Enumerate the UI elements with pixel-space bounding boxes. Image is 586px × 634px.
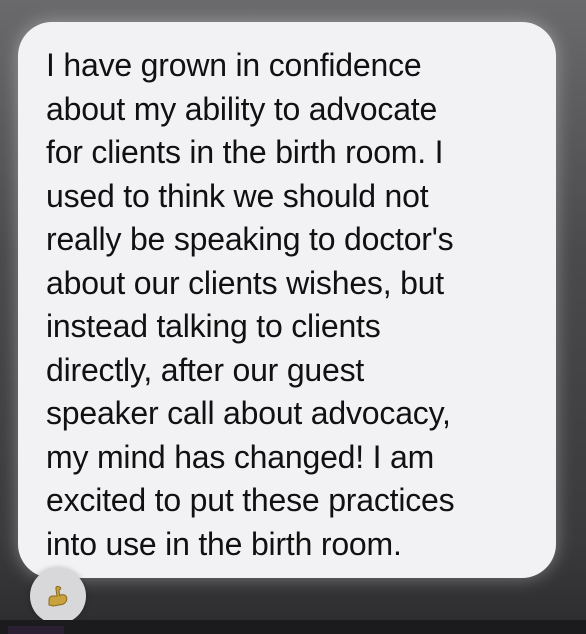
message-line: for clients in the birth room. I: [46, 134, 444, 170]
message-line: directly, after our guest: [46, 351, 365, 388]
message-line: I have grown in confidence: [46, 47, 422, 83]
screen-background: I have grown in confidence about my abil…: [0, 0, 586, 634]
message-bubble[interactable]: I have grown in confidence about my abil…: [18, 22, 556, 578]
bottom-accent: [8, 626, 64, 634]
bottom-bar: [0, 620, 586, 634]
message-line: about my ability to advocate: [46, 90, 438, 127]
message-line: instead talking to clients: [46, 308, 381, 344]
flexed-bicep-icon: [48, 585, 68, 607]
message-line: used to think we should not: [46, 177, 429, 214]
reaction-badge[interactable]: [30, 568, 86, 624]
message-line: really be speaking to doctor's: [46, 221, 454, 257]
message-text: I have grown in confidence about my abil…: [46, 44, 546, 566]
message-line: excited to put these practices: [46, 482, 455, 518]
message-line: my mind has changed! I am: [46, 438, 435, 475]
message-line: speaker call about advocacy,: [46, 395, 451, 431]
message-line: about our clients wishes, but: [46, 264, 444, 301]
message-line: into use in the birth room.: [46, 525, 402, 562]
